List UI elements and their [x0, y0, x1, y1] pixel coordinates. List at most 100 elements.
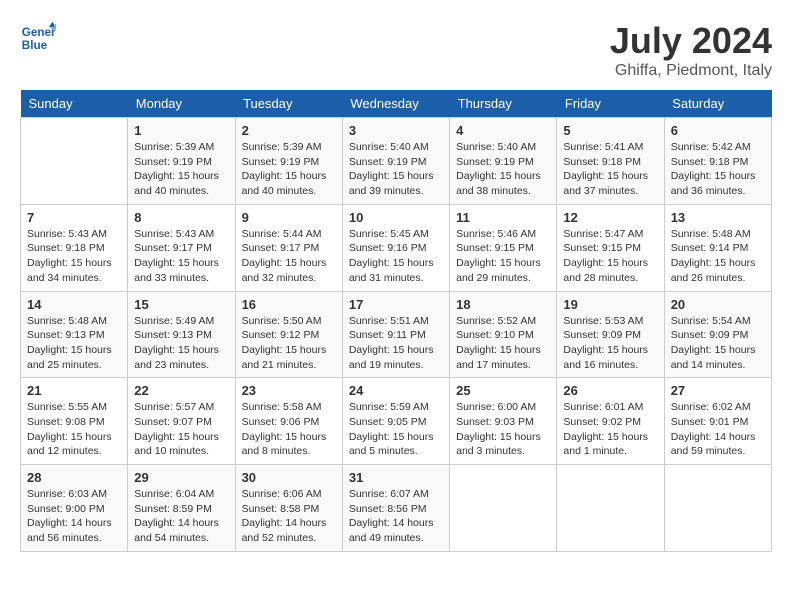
day-info: Sunrise: 5:40 AM Sunset: 9:19 PM Dayligh… — [349, 140, 443, 199]
day-info: Sunrise: 6:01 AM Sunset: 9:02 PM Dayligh… — [563, 400, 657, 459]
calendar-cell: 1 Sunrise: 5:39 AM Sunset: 9:19 PM Daylig… — [128, 118, 235, 205]
calendar-cell: 13 Sunrise: 5:48 AM Sunset: 9:14 PM Dayli… — [664, 204, 771, 291]
calendar-cell: 21 Sunrise: 5:55 AM Sunset: 9:08 PM Dayli… — [21, 378, 128, 465]
day-number: 14 — [27, 297, 121, 312]
day-number: 1 — [134, 123, 228, 138]
calendar-cell — [21, 118, 128, 205]
day-number: 19 — [563, 297, 657, 312]
day-number: 8 — [134, 210, 228, 225]
day-number: 30 — [242, 470, 336, 485]
day-info: Sunrise: 5:43 AM Sunset: 9:18 PM Dayligh… — [27, 227, 121, 286]
day-info: Sunrise: 5:39 AM Sunset: 9:19 PM Dayligh… — [134, 140, 228, 199]
calendar-cell: 14 Sunrise: 5:48 AM Sunset: 9:13 PM Dayli… — [21, 291, 128, 378]
weekday-header-monday: Monday — [128, 90, 235, 118]
day-info: Sunrise: 5:58 AM Sunset: 9:06 PM Dayligh… — [242, 400, 336, 459]
calendar-cell — [450, 465, 557, 552]
day-info: Sunrise: 5:51 AM Sunset: 9:11 PM Dayligh… — [349, 314, 443, 373]
day-number: 21 — [27, 383, 121, 398]
day-info: Sunrise: 5:42 AM Sunset: 9:18 PM Dayligh… — [671, 140, 765, 199]
day-info: Sunrise: 5:54 AM Sunset: 9:09 PM Dayligh… — [671, 314, 765, 373]
calendar-cell: 9 Sunrise: 5:44 AM Sunset: 9:17 PM Daylig… — [235, 204, 342, 291]
day-number: 18 — [456, 297, 550, 312]
day-number: 7 — [27, 210, 121, 225]
day-number: 26 — [563, 383, 657, 398]
day-info: Sunrise: 5:59 AM Sunset: 9:05 PM Dayligh… — [349, 400, 443, 459]
calendar-cell — [664, 465, 771, 552]
calendar-cell: 28 Sunrise: 6:03 AM Sunset: 9:00 PM Dayli… — [21, 465, 128, 552]
weekday-header-friday: Friday — [557, 90, 664, 118]
calendar-cell: 23 Sunrise: 5:58 AM Sunset: 9:06 PM Dayli… — [235, 378, 342, 465]
svg-text:General: General — [22, 26, 56, 39]
day-number: 6 — [671, 123, 765, 138]
day-info: Sunrise: 5:46 AM Sunset: 9:15 PM Dayligh… — [456, 227, 550, 286]
day-number: 16 — [242, 297, 336, 312]
day-info: Sunrise: 5:41 AM Sunset: 9:18 PM Dayligh… — [563, 140, 657, 199]
calendar-cell: 29 Sunrise: 6:04 AM Sunset: 8:59 PM Dayli… — [128, 465, 235, 552]
day-number: 29 — [134, 470, 228, 485]
day-info: Sunrise: 6:06 AM Sunset: 8:58 PM Dayligh… — [242, 487, 336, 546]
calendar-week-3: 14 Sunrise: 5:48 AM Sunset: 9:13 PM Dayli… — [21, 291, 772, 378]
calendar-cell: 8Sunrise: 5:43 AM Sunset: 9:17 PM Daylig… — [128, 204, 235, 291]
calendar-cell: 6 Sunrise: 5:42 AM Sunset: 9:18 PM Daylig… — [664, 118, 771, 205]
day-number: 9 — [242, 210, 336, 225]
weekday-header-row: SundayMondayTuesdayWednesdayThursdayFrid… — [21, 90, 772, 118]
weekday-header-wednesday: Wednesday — [342, 90, 449, 118]
logo-icon: General Blue — [20, 20, 56, 56]
weekday-header-tuesday: Tuesday — [235, 90, 342, 118]
day-info: Sunrise: 5:39 AM Sunset: 9:19 PM Dayligh… — [242, 140, 336, 199]
day-number: 3 — [349, 123, 443, 138]
day-info: Sunrise: 6:04 AM Sunset: 8:59 PM Dayligh… — [134, 487, 228, 546]
calendar-week-4: 21 Sunrise: 5:55 AM Sunset: 9:08 PM Dayli… — [21, 378, 772, 465]
day-number: 11 — [456, 210, 550, 225]
calendar-cell: 24 Sunrise: 5:59 AM Sunset: 9:05 PM Dayli… — [342, 378, 449, 465]
calendar-week-1: 1 Sunrise: 5:39 AM Sunset: 9:19 PM Daylig… — [21, 118, 772, 205]
calendar-cell: 26 Sunrise: 6:01 AM Sunset: 9:02 PM Dayli… — [557, 378, 664, 465]
day-number: 22 — [134, 383, 228, 398]
day-info: Sunrise: 6:02 AM Sunset: 9:01 PM Dayligh… — [671, 400, 765, 459]
day-number: 31 — [349, 470, 443, 485]
day-info: Sunrise: 5:44 AM Sunset: 9:17 PM Dayligh… — [242, 227, 336, 286]
day-info: Sunrise: 5:40 AM Sunset: 9:19 PM Dayligh… — [456, 140, 550, 199]
calendar-cell: 31 Sunrise: 6:07 AM Sunset: 8:56 PM Dayli… — [342, 465, 449, 552]
day-info: Sunrise: 6:03 AM Sunset: 9:00 PM Dayligh… — [27, 487, 121, 546]
calendar-cell: 16Sunrise: 5:50 AM Sunset: 9:12 PM Dayli… — [235, 291, 342, 378]
calendar-week-2: 7 Sunrise: 5:43 AM Sunset: 9:18 PM Daylig… — [21, 204, 772, 291]
day-info: Sunrise: 5:48 AM Sunset: 9:14 PM Dayligh… — [671, 227, 765, 286]
day-number: 28 — [27, 470, 121, 485]
day-info: Sunrise: 5:52 AM Sunset: 9:10 PM Dayligh… — [456, 314, 550, 373]
day-info: Sunrise: 6:07 AM Sunset: 8:56 PM Dayligh… — [349, 487, 443, 546]
day-number: 5 — [563, 123, 657, 138]
calendar-cell: 7 Sunrise: 5:43 AM Sunset: 9:18 PM Daylig… — [21, 204, 128, 291]
day-info: Sunrise: 5:55 AM Sunset: 9:08 PM Dayligh… — [27, 400, 121, 459]
logo: General Blue General Blue — [20, 20, 56, 56]
day-number: 13 — [671, 210, 765, 225]
page-header: General Blue General Blue July 2024 Ghif… — [20, 20, 772, 80]
day-info: Sunrise: 5:45 AM Sunset: 9:16 PM Dayligh… — [349, 227, 443, 286]
svg-text:Blue: Blue — [22, 39, 48, 52]
calendar-cell: 17 Sunrise: 5:51 AM Sunset: 9:11 PM Dayli… — [342, 291, 449, 378]
calendar-cell: 12Sunrise: 5:47 AM Sunset: 9:15 PM Dayli… — [557, 204, 664, 291]
day-number: 15 — [134, 297, 228, 312]
calendar-cell — [557, 465, 664, 552]
calendar-cell: 20Sunrise: 5:54 AM Sunset: 9:09 PM Dayli… — [664, 291, 771, 378]
day-number: 24 — [349, 383, 443, 398]
day-number: 25 — [456, 383, 550, 398]
calendar-cell: 11 Sunrise: 5:46 AM Sunset: 9:15 PM Dayli… — [450, 204, 557, 291]
calendar-table: SundayMondayTuesdayWednesdayThursdayFrid… — [20, 90, 772, 552]
calendar-cell: 15 Sunrise: 5:49 AM Sunset: 9:13 PM Dayli… — [128, 291, 235, 378]
day-info: Sunrise: 5:53 AM Sunset: 9:09 PM Dayligh… — [563, 314, 657, 373]
day-info: Sunrise: 5:49 AM Sunset: 9:13 PM Dayligh… — [134, 314, 228, 373]
weekday-header-thursday: Thursday — [450, 90, 557, 118]
location-subtitle: Ghiffa, Piedmont, Italy — [610, 62, 772, 80]
calendar-cell: 4Sunrise: 5:40 AM Sunset: 9:19 PM Daylig… — [450, 118, 557, 205]
day-number: 23 — [242, 383, 336, 398]
calendar-cell: 5 Sunrise: 5:41 AM Sunset: 9:18 PM Daylig… — [557, 118, 664, 205]
day-number: 17 — [349, 297, 443, 312]
calendar-cell: 30 Sunrise: 6:06 AM Sunset: 8:58 PM Dayli… — [235, 465, 342, 552]
day-number: 27 — [671, 383, 765, 398]
weekday-header-sunday: Sunday — [21, 90, 128, 118]
day-number: 12 — [563, 210, 657, 225]
day-info: Sunrise: 6:00 AM Sunset: 9:03 PM Dayligh… — [456, 400, 550, 459]
day-info: Sunrise: 5:48 AM Sunset: 9:13 PM Dayligh… — [27, 314, 121, 373]
weekday-header-saturday: Saturday — [664, 90, 771, 118]
